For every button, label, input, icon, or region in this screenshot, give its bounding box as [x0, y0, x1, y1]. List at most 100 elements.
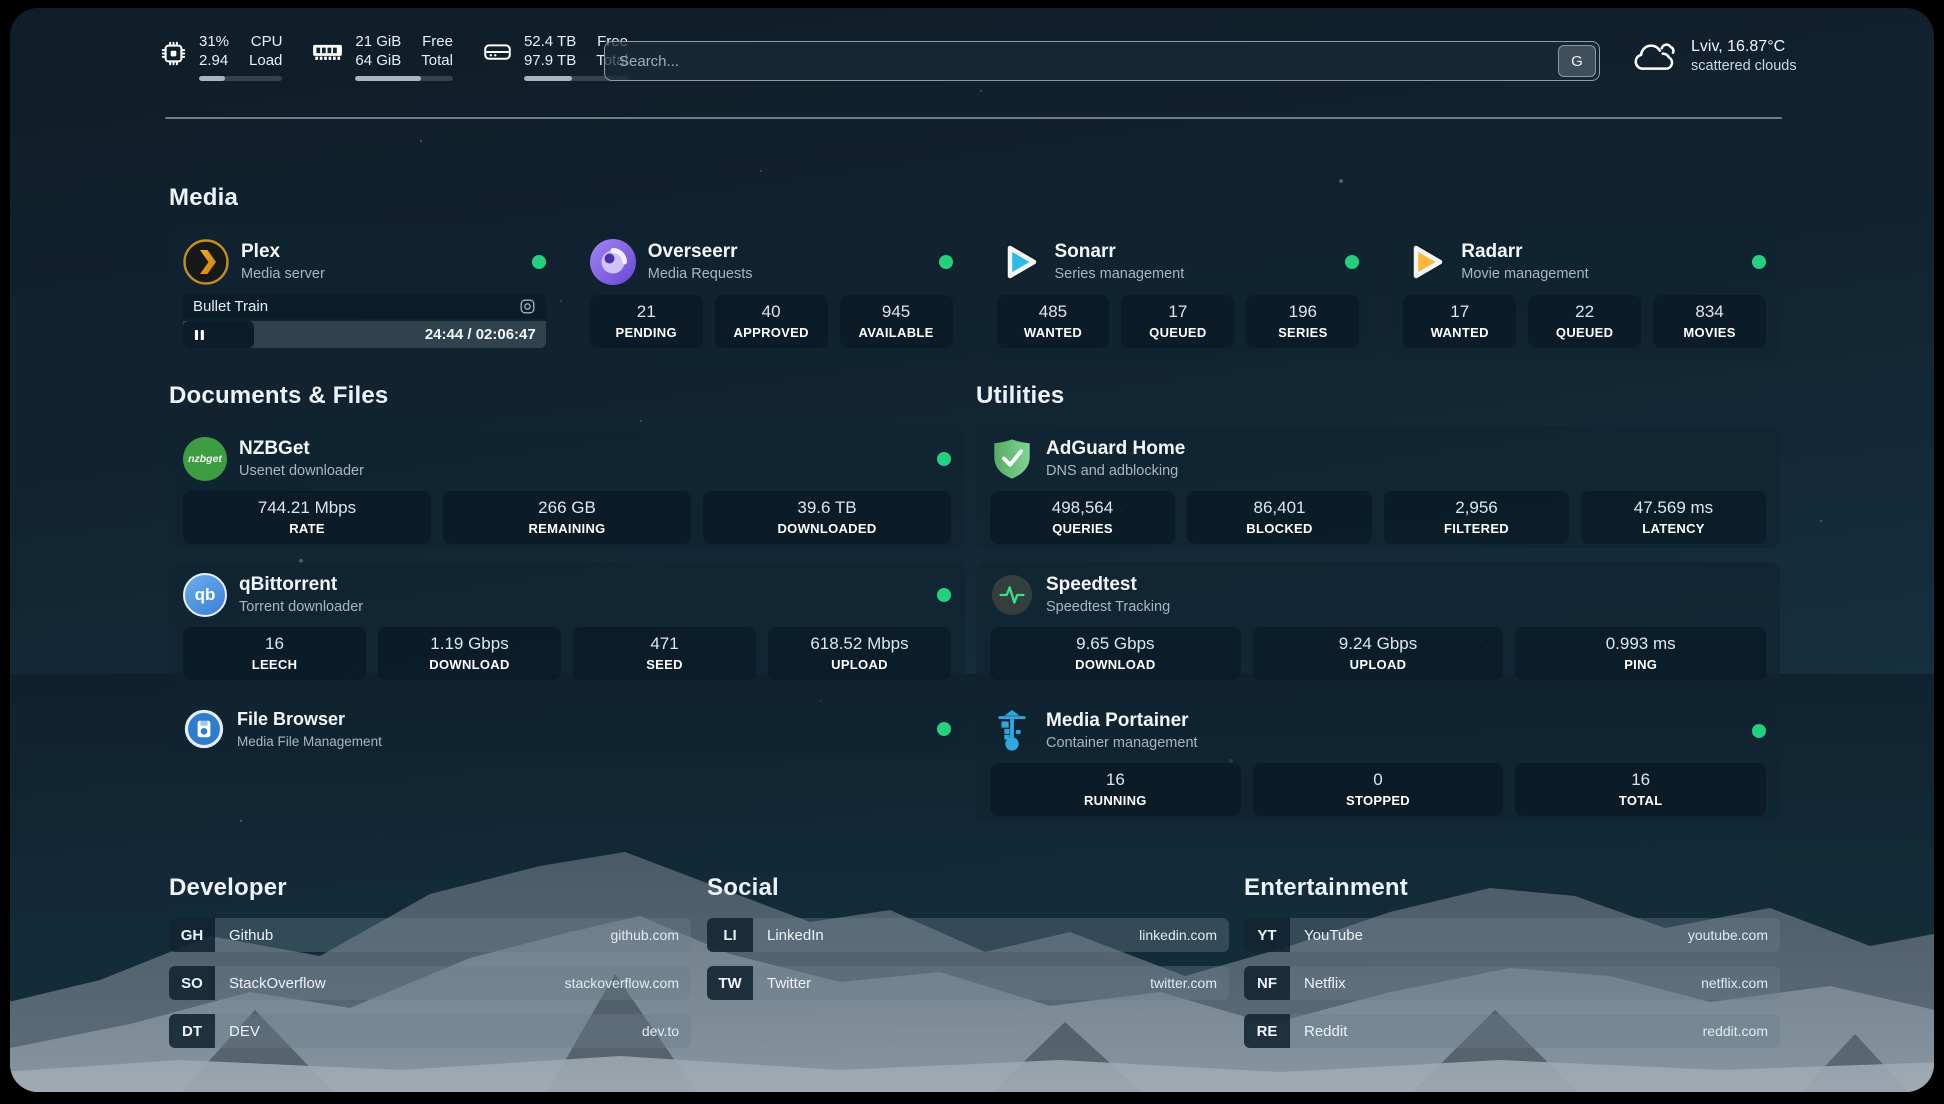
stat-value: 744.21 Mbps [187, 497, 427, 519]
stat-value: 16 [994, 769, 1237, 791]
qbittorrent-card[interactable]: qb qBittorrent Torrent downloader 16 LEE… [169, 562, 965, 684]
link-name: Twitter [767, 975, 811, 992]
memory-total-label: Total [421, 51, 453, 70]
link-name: Netflix [1304, 975, 1346, 992]
stat-value: 17 [1407, 301, 1512, 323]
stat-filtered: 2,956 FILTERED [1384, 491, 1569, 544]
app-subtitle: Media server [241, 265, 325, 284]
stat-queued: 17 QUEUED [1121, 295, 1234, 348]
app-title: Sonarr [1055, 240, 1185, 264]
app-subtitle: Container management [1046, 734, 1198, 753]
stat-upload: 9.24 Gbps UPLOAD [1253, 627, 1504, 680]
link-reddit[interactable]: RE Reddit reddit.com [1244, 1014, 1780, 1048]
app-subtitle: Movie management [1461, 265, 1588, 284]
status-dot [1345, 255, 1359, 269]
stat-upload: 618.52 Mbps UPLOAD [768, 627, 951, 680]
search-engine-button[interactable]: G [1558, 45, 1596, 77]
stat-value: 16 [1519, 769, 1762, 791]
stat-wanted: 485 WANTED [997, 295, 1110, 348]
netflix-badge-icon: NF [1244, 966, 1290, 1000]
link-name: StackOverflow [229, 975, 326, 992]
stat-remaining: 266 GB REMAINING [443, 491, 691, 544]
memory-progress-bar [355, 76, 453, 81]
app-surface: 31% CPU 2.94 Load 21 GiB Free [10, 8, 1934, 1092]
stat-value: 485 [1001, 301, 1106, 323]
link-stackoverflow[interactable]: SO StackOverflow stackoverflow.com [169, 966, 691, 1000]
stat-label: QUEUED [1532, 324, 1637, 341]
stat-download: 9.65 Gbps DOWNLOAD [990, 627, 1241, 680]
developer-links: GH Github github.com SO StackOverflow st… [169, 918, 691, 1048]
linkedin-badge-icon: LI [707, 918, 753, 952]
adguard-card[interactable]: AdGuard Home DNS and adblocking 498,564 … [976, 426, 1780, 548]
app-title: Media Portainer [1046, 709, 1198, 733]
weather-widget: Lviv, 16.87°C scattered clouds [1630, 36, 1797, 76]
stat-label: LEECH [187, 656, 362, 673]
cpu-progress-bar [199, 76, 282, 81]
section-title-media: Media [169, 184, 238, 212]
overseerr-icon [590, 239, 636, 285]
entertainment-links: YT YouTube youtube.com NF Netflix netfli… [1244, 918, 1780, 1048]
portainer-icon [990, 709, 1034, 753]
stat-approved: 40 APPROVED [715, 295, 828, 348]
stat-value: 498,564 [994, 497, 1171, 519]
stat-value: 471 [577, 633, 752, 655]
stat-downloaded: 39.6 TB DOWNLOADED [703, 491, 951, 544]
disk-total-value: 97.9 TB [524, 51, 576, 70]
stat-pending: 21 PENDING [590, 295, 703, 348]
dashboard-page: 31% CPU 2.94 Load 21 GiB Free [0, 0, 1944, 1104]
stat-label: PENDING [594, 324, 699, 341]
nzbget-card[interactable]: nzbget NZBGet Usenet downloader 744.21 M… [169, 426, 965, 548]
youtube-badge-icon: YT [1244, 918, 1290, 952]
link-youtube[interactable]: YT YouTube youtube.com [1244, 918, 1780, 952]
status-dot [532, 255, 546, 269]
cloud-icon [1630, 39, 1677, 74]
link-url: youtube.com [1688, 927, 1780, 943]
overseerr-card[interactable]: Overseerr Media Requests 21 PENDING 40 A… [576, 228, 967, 360]
stat-download: 1.19 Gbps DOWNLOAD [378, 627, 561, 680]
stat-wanted: 17 WANTED [1403, 295, 1516, 348]
status-dot [1752, 724, 1766, 738]
stat-label: BLOCKED [1191, 520, 1368, 537]
playback-progress-bar: 24:44 / 02:06:47 [183, 321, 546, 348]
link-name: DEV [229, 1023, 260, 1040]
section-title-social: Social [707, 874, 779, 902]
cpu-load-label: Load [249, 51, 282, 70]
app-title: Radarr [1461, 240, 1588, 264]
stat-label: DOWNLOADED [707, 520, 947, 537]
link-github[interactable]: GH Github github.com [169, 918, 691, 952]
dev-badge-icon: DT [169, 1014, 215, 1048]
stat-label: DOWNLOAD [994, 656, 1237, 673]
link-url: dev.to [642, 1023, 691, 1039]
pause-icon[interactable] [194, 329, 205, 341]
portainer-card[interactable]: Media Portainer Container management 16 … [976, 698, 1780, 820]
stat-label: WANTED [1407, 324, 1512, 341]
media-card-row: Plex Media server Bullet Train 24:44 [169, 228, 1780, 360]
stat-stopped: 0 STOPPED [1253, 763, 1504, 816]
link-netflix[interactable]: NF Netflix netflix.com [1244, 966, 1780, 1000]
stat-queries: 498,564 QUERIES [990, 491, 1175, 544]
stat-value: 945 [844, 301, 949, 323]
memory-free-value: 21 GiB [355, 32, 401, 51]
link-dev[interactable]: DT DEV dev.to [169, 1014, 691, 1048]
sonarr-card[interactable]: Sonarr Series management 485 WANTED 17 Q… [983, 228, 1374, 360]
nzbget-icon: nzbget [183, 437, 227, 481]
system-metrics: 31% CPU 2.94 Load 21 GiB Free [160, 32, 628, 81]
stat-label: QUEUED [1125, 324, 1230, 341]
stat-value: 834 [1657, 301, 1762, 323]
radarr-card[interactable]: Radarr Movie management 17 WANTED 22 QUE… [1389, 228, 1780, 360]
stat-label: APPROVED [719, 324, 824, 341]
filebrowser-card[interactable]: File Browser Media File Management [169, 698, 965, 758]
link-linkedin[interactable]: LI LinkedIn linkedin.com [707, 918, 1229, 952]
search-input[interactable] [604, 41, 1600, 81]
app-subtitle: Media Requests [648, 265, 753, 284]
app-subtitle: Usenet downloader [239, 462, 364, 481]
stat-label: QUERIES [994, 520, 1171, 537]
speedtest-card[interactable]: Speedtest Speedtest Tracking 9.65 Gbps D… [976, 562, 1780, 684]
header-divider [165, 117, 1782, 119]
stat-running: 16 RUNNING [990, 763, 1241, 816]
link-twitter[interactable]: TW Twitter twitter.com [707, 966, 1229, 1000]
section-title-developer: Developer [169, 874, 287, 902]
stat-movies: 834 MOVIES [1653, 295, 1766, 348]
section-title-documents: Documents & Files [169, 382, 388, 410]
plex-card[interactable]: Plex Media server Bullet Train 24:44 [169, 228, 560, 360]
